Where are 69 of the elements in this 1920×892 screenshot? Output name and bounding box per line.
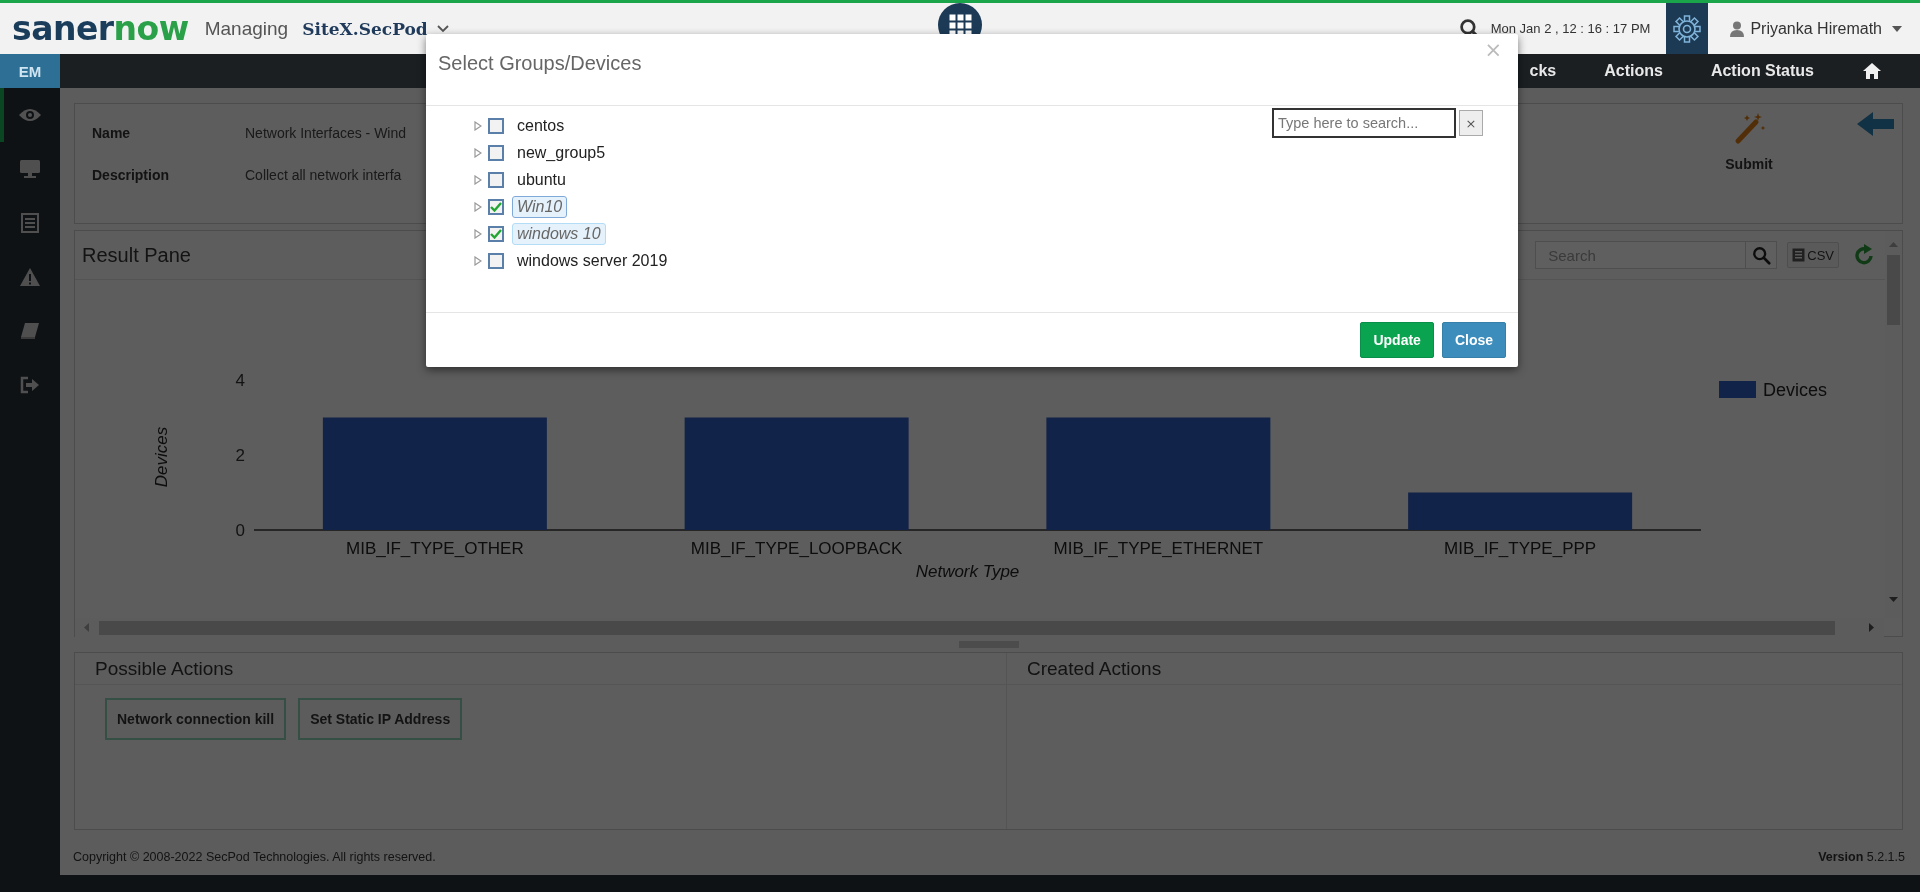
section-title: Possible Actions — [95, 657, 234, 680]
module-label[interactable]: EM — [0, 54, 60, 88]
user-menu[interactable]: Priyanka Hiremath — [1750, 19, 1882, 38]
checkbox[interactable] — [488, 144, 504, 161]
nav-item[interactable]: Actions — [1604, 54, 1663, 88]
horizontal-scrollbar[interactable] — [75, 618, 1884, 638]
copyright-text: Copyright © 2008-2022 SecPod Technologies. All rights reserved. — [73, 849, 436, 864]
logout-icon[interactable] — [20, 376, 40, 394]
tick-label: 0 — [235, 521, 245, 540]
checkbox[interactable] — [488, 225, 504, 242]
search-field[interactable]: Type here to search... — [1272, 108, 1456, 138]
category-label: MIB_IF_TYPE_ETHERNET — [1053, 539, 1264, 558]
list-icon[interactable] — [21, 213, 39, 233]
refresh-icon[interactable] — [1853, 244, 1875, 266]
monitor-icon[interactable] — [19, 159, 41, 179]
tick-label: 4 — [235, 371, 245, 390]
version-text: Version 5.2.1.5 — [1818, 849, 1905, 864]
logo[interactable]: sanernow — [12, 9, 189, 48]
tree-item[interactable]: Win10 — [512, 195, 568, 218]
expand-triangle-icon[interactable] — [474, 228, 482, 239]
expand-triangle-icon[interactable] — [474, 120, 482, 131]
field-value: Collect all network interfa — [245, 167, 402, 183]
nav-item[interactable]: cks — [1529, 54, 1557, 88]
dialog-title: Select Groups/Devices — [438, 52, 642, 75]
category-label: MIB_IF_TYPE_OTHER — [346, 539, 524, 558]
chevron-down-icon[interactable] — [435, 23, 450, 34]
tree-item[interactable]: new_group5 — [512, 141, 611, 164]
checkbox[interactable] — [488, 171, 504, 188]
category-label: MIB_IF_TYPE_LOOPBACK — [690, 539, 903, 558]
checkbox[interactable] — [488, 117, 504, 134]
axis-title: Network Type — [915, 562, 1020, 581]
field-value: Network Interfaces - Wind — [245, 125, 407, 141]
tick-label: 2 — [235, 446, 245, 465]
search-icon — [1751, 245, 1771, 265]
bar[interactable] — [1408, 492, 1633, 530]
managing-label: Managing — [204, 17, 289, 40]
expand-triangle-icon[interactable] — [474, 255, 482, 266]
expand-triangle-icon[interactable] — [474, 201, 482, 212]
site-selector[interactable]: SiteX.SecPod — [302, 18, 428, 39]
close-button[interactable]: Close — [1441, 322, 1506, 358]
warning-icon[interactable] — [19, 267, 41, 287]
home-icon[interactable] — [1862, 62, 1882, 80]
caret-down-icon[interactable] — [1892, 24, 1902, 33]
user-icon — [1730, 20, 1745, 37]
checkbox[interactable] — [488, 198, 504, 215]
section-title: Created Actions — [1027, 657, 1162, 680]
settings-icon[interactable] — [1672, 13, 1703, 44]
field-label: Name — [92, 125, 132, 141]
settings-button[interactable] — [1666, 3, 1709, 54]
date-time: Mon Jan 2 , 12 : 16 : 17 PM — [1490, 21, 1651, 36]
back-arrow-icon[interactable] — [1857, 112, 1894, 136]
tree-item[interactable]: windows server 2019 — [512, 249, 673, 272]
check-icon — [490, 228, 502, 239]
expand-triangle-icon[interactable] — [474, 147, 482, 158]
check-icon — [490, 201, 502, 212]
expand-triangle-icon[interactable] — [474, 174, 482, 185]
clear-button[interactable]: × — [1459, 110, 1483, 136]
tree-item[interactable]: centos — [512, 114, 570, 137]
category-label: MIB_IF_TYPE_PPP — [1444, 539, 1597, 558]
eye-icon[interactable] — [18, 107, 42, 123]
tree-item[interactable]: windows 10 — [512, 222, 606, 245]
nav-item[interactable]: Action Status — [1710, 54, 1814, 88]
book-icon[interactable] — [20, 322, 40, 340]
axis-title: Devices — [152, 426, 171, 488]
checkbox[interactable] — [488, 252, 504, 269]
document-icon — [1792, 248, 1806, 262]
tree-item[interactable]: ubuntu — [512, 168, 571, 191]
field-label: Description — [92, 167, 170, 183]
pane-title: Result Pane — [82, 243, 191, 267]
